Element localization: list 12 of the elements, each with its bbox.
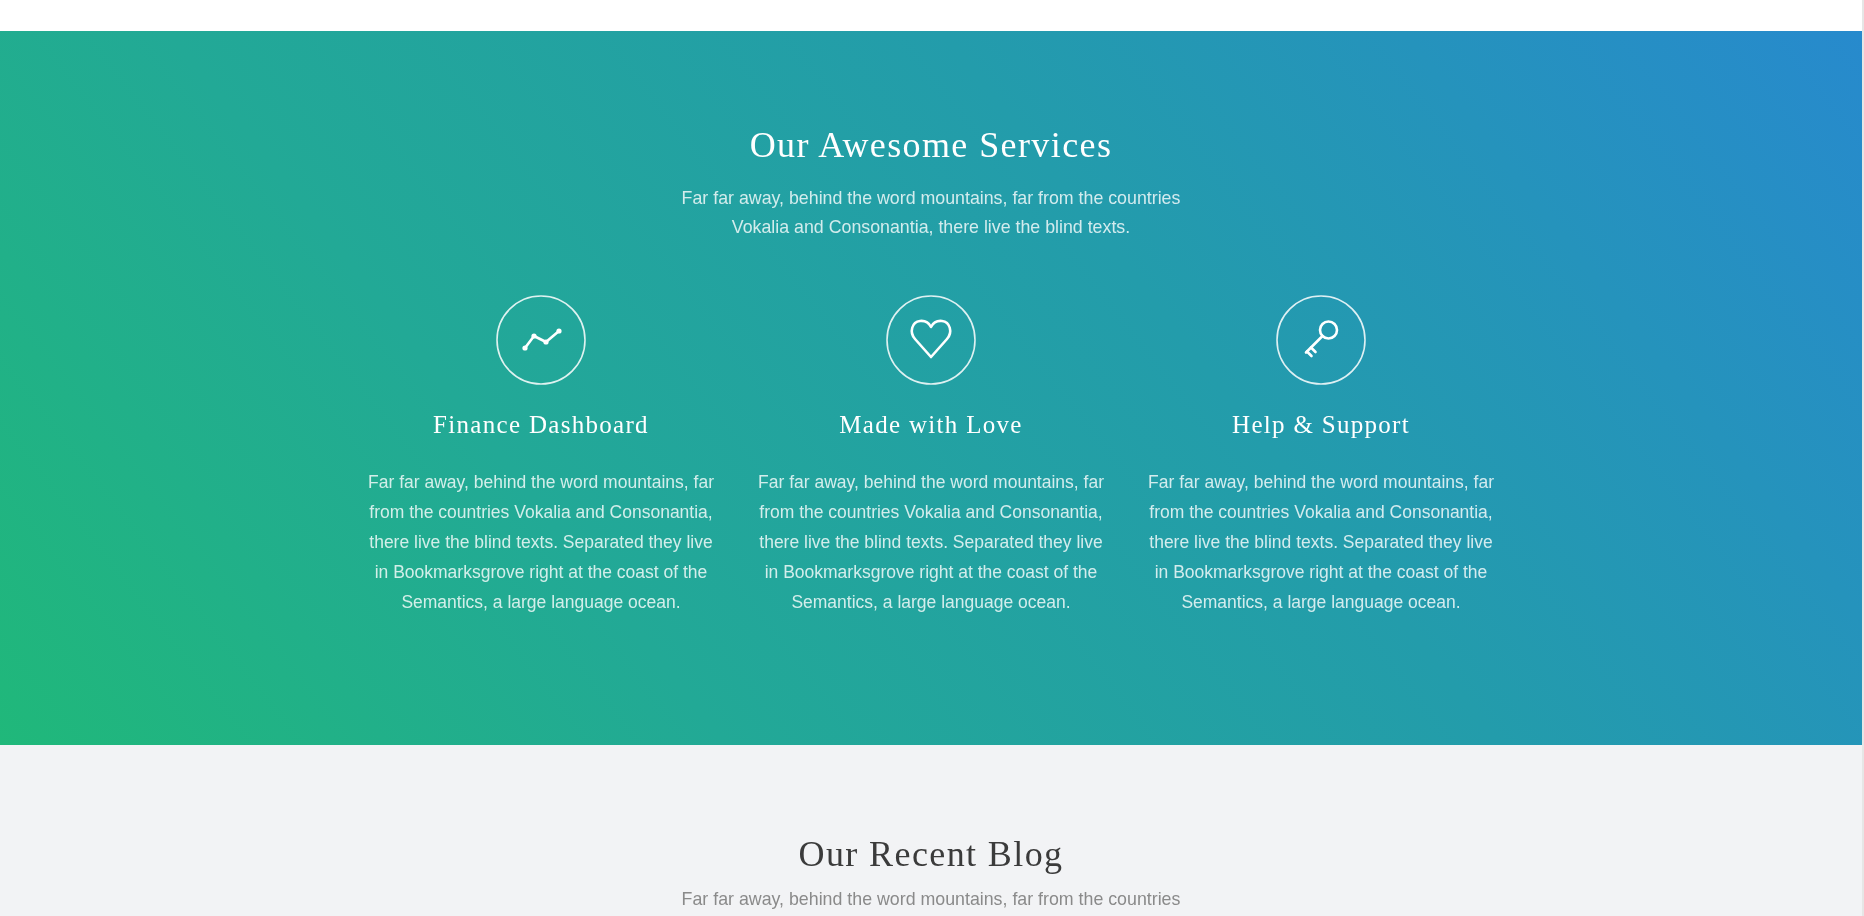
section-subtitle: Far far away, behind the word mountains, far from the countries Vokalia and Consonantia, there live the blind texts. <box>680 187 1182 239</box>
line-chart-icon <box>496 295 586 385</box>
service-title: Help & Support <box>1232 410 1410 440</box>
section-title: Our Recent Blog <box>798 833 1064 876</box>
service-title: Made with Love <box>839 410 1023 440</box>
section-title: Our Awesome Services <box>749 124 1113 167</box>
key-icon <box>1276 295 1366 385</box>
service-description: Far far away, behind the word mountains, far from the countries Vokalia and Consonantia, there live the blind texts. Separated they live in Bookmarksgrove right at the coast of the Semantics, a large language ocean. <box>367 471 715 614</box>
service-description: Far far away, behind the word mountains, far from the countries Vokalia and Consonantia, there live the blind texts. Separated they live in Bookmarksgrove right at the coast of the Semantics, a large language ocean. <box>757 471 1105 614</box>
section-subtitle: Far far away, behind the word mountains, far from the countries <box>681 888 1181 910</box>
service-description: Far far away, behind the word mountains, far from the countries Vokalia and Consonantia, there live the blind texts. Separated they live in Bookmarksgrove right at the coast of the Semantics, a large language ocean. <box>1147 471 1495 614</box>
service-title: Finance Dashboard <box>433 410 649 440</box>
